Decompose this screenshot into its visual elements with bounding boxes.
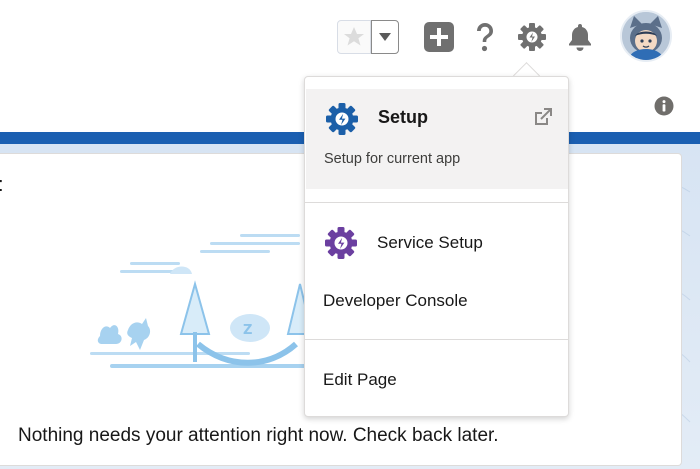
setup-gear-button[interactable] bbox=[516, 21, 548, 53]
menu-item-edit-page[interactable]: Edit Page bbox=[323, 370, 397, 390]
user-avatar bbox=[622, 12, 670, 60]
favorites-star-button[interactable] bbox=[337, 20, 371, 54]
menu-item-developer-console[interactable]: Developer Console bbox=[323, 291, 468, 311]
favorites-group bbox=[337, 20, 401, 54]
plus-icon bbox=[424, 22, 454, 52]
empty-state-message: Nothing needs your attention right now. … bbox=[18, 425, 499, 446]
user-avatar-button[interactable] bbox=[620, 10, 672, 62]
card-title-fragment: : bbox=[0, 174, 4, 197]
setup-subtitle: Setup for current app bbox=[324, 151, 461, 167]
chevron-down-icon bbox=[379, 33, 391, 41]
star-icon bbox=[344, 27, 364, 46]
global-actions-button[interactable] bbox=[423, 21, 455, 53]
notifications-button[interactable] bbox=[564, 21, 596, 53]
help-icon bbox=[477, 23, 493, 52]
menu-item-service-setup[interactable]: Service Setup bbox=[305, 218, 568, 268]
help-button[interactable] bbox=[469, 21, 501, 53]
setup-gear-icon bbox=[326, 103, 358, 135]
menu-divider bbox=[305, 202, 568, 203]
global-header bbox=[0, 0, 700, 78]
favorites-dropdown-button[interactable] bbox=[371, 20, 399, 54]
menu-item-setup[interactable]: Setup Setup for current app bbox=[306, 89, 568, 189]
external-link-icon[interactable] bbox=[531, 105, 555, 129]
setup-label: Setup bbox=[378, 107, 429, 127]
bell-icon bbox=[569, 24, 591, 51]
menu-divider bbox=[305, 339, 568, 340]
info-icon[interactable] bbox=[654, 96, 674, 116]
service-setup-gear-icon bbox=[325, 227, 357, 259]
setup-menu: Setup Setup for current app Service Setu… bbox=[304, 76, 569, 417]
hammock-illustration: Z bbox=[90, 234, 320, 368]
gear-icon bbox=[518, 23, 546, 51]
service-setup-label: Service Setup bbox=[377, 233, 483, 252]
svg-text:Z: Z bbox=[243, 323, 252, 338]
